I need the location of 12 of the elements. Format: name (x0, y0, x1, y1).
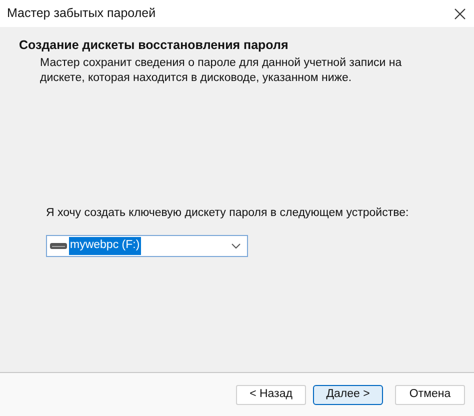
device-label: Я хочу создать ключевую дискету пароля в следующем устройстве: (46, 206, 410, 221)
close-icon[interactable] (454, 8, 466, 20)
page-heading: Создание дискеты восстановления пароля (19, 37, 290, 54)
wizard-button[interactable]: < Назад (236, 384, 306, 404)
wizard-button[interactable]: Отмена (395, 384, 465, 404)
window-title: Мастер забытых паролей (7, 5, 156, 22)
chevron-down-icon (231, 243, 241, 249)
drive-icon (50, 243, 67, 249)
wizard-button[interactable]: Далее > (313, 384, 383, 404)
page-description: Мастер сохранит сведения о пароле для данной учетной записи на дискете, которая находится в дисководе, указанном ниже. (39, 56, 403, 86)
dropdown-value: mywebpc (F:) (69, 237, 141, 255)
device-dropdown[interactable]: mywebpc (F:) (46, 235, 248, 257)
